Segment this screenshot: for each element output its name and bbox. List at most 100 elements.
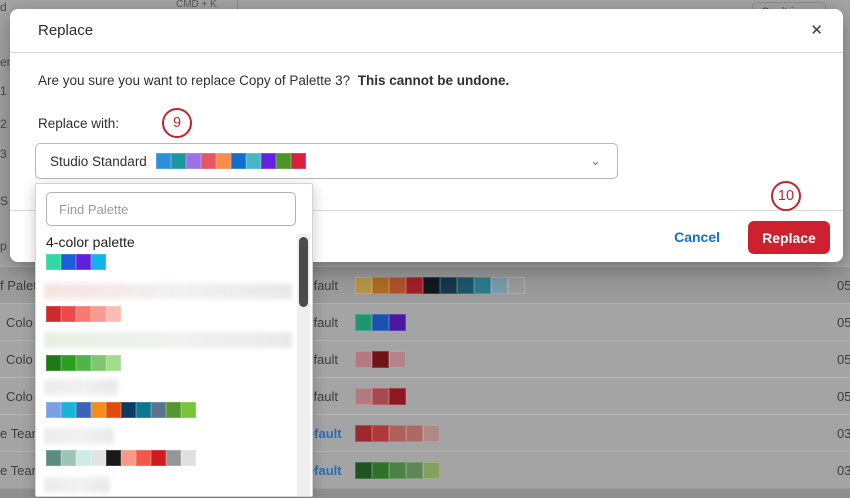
chevron-down-icon: ⌄: [590, 153, 601, 168]
color-swatch: [389, 351, 406, 368]
color-swatch: [491, 277, 508, 294]
color-swatch: [389, 314, 406, 331]
color-swatch: [389, 388, 406, 405]
color-swatch: [215, 153, 231, 169]
color-swatch: [457, 277, 474, 294]
color-swatch: [355, 425, 372, 442]
color-swatch: [91, 402, 106, 418]
color-swatch: [136, 450, 151, 466]
color-swatch: [406, 277, 423, 294]
color-swatch: [423, 277, 440, 294]
color-swatch: [151, 450, 166, 466]
color-swatch: [406, 425, 423, 442]
confirm-message: Are you sure you want to replace Copy of…: [38, 73, 509, 88]
color-swatch: [151, 402, 166, 418]
confirm-message-text: Are you sure you want to replace Copy of…: [38, 73, 351, 88]
color-swatch: [76, 254, 91, 270]
color-swatch: [230, 153, 246, 169]
color-swatch: [508, 277, 525, 294]
color-swatch: [76, 450, 91, 466]
color-swatch: [355, 388, 372, 405]
date-fragment: 05: [837, 389, 850, 404]
palette-select-swatches: [155, 153, 306, 169]
confirm-message-warning: This cannot be undone.: [357, 73, 510, 88]
color-swatch: [389, 462, 406, 479]
palette-option-label: 4-color palette: [46, 234, 135, 250]
color-swatch: [372, 351, 389, 368]
cancel-button[interactable]: Cancel: [674, 229, 720, 245]
color-swatch: [372, 425, 389, 442]
blurred-palette-name: [44, 332, 292, 348]
palette-select[interactable]: Studio Standard ⌄: [35, 143, 618, 179]
search-input[interactable]: [46, 192, 296, 226]
color-swatch: [91, 355, 106, 371]
color-swatch: [355, 277, 372, 294]
color-swatch: [121, 402, 136, 418]
color-swatch: [372, 314, 389, 331]
color-swatch: [474, 277, 491, 294]
color-swatch: [170, 153, 186, 169]
color-swatch: [46, 306, 61, 322]
palette-name-fragment: e Tear: [0, 463, 36, 478]
color-swatch: [372, 462, 389, 479]
color-swatch: [46, 254, 61, 270]
color-swatch: [166, 450, 181, 466]
replace-button[interactable]: Replace: [748, 221, 830, 254]
color-swatch: [200, 153, 216, 169]
color-swatch: [355, 314, 372, 331]
color-swatch: [106, 355, 121, 371]
color-swatch: [389, 277, 406, 294]
color-swatch: [290, 153, 306, 169]
palette-swatch-strip: [355, 462, 440, 479]
color-swatch: [61, 402, 76, 418]
scrollbar-thumb[interactable]: [299, 237, 308, 307]
palette-option-swatches: [46, 402, 196, 418]
color-swatch: [185, 153, 201, 169]
color-swatch: [275, 153, 291, 169]
palette-name-fragment: Colo: [6, 389, 33, 404]
palette-option-swatches: [46, 355, 121, 371]
color-swatch: [406, 462, 423, 479]
blurred-palette-name: [44, 477, 110, 493]
palette-option-swatches: [46, 450, 196, 466]
date-fragment: 05: [837, 278, 850, 293]
color-swatch: [76, 306, 91, 322]
palette-name-fragment: f Palet: [0, 278, 37, 293]
color-swatch: [46, 402, 61, 418]
date-fragment: 05: [837, 352, 850, 367]
palette-swatch-strip: [355, 277, 525, 294]
palette-swatch-strip: [355, 388, 406, 405]
color-swatch: [372, 388, 389, 405]
color-swatch: [76, 355, 91, 371]
palette-option-swatches: [46, 254, 106, 270]
palette-name-fragment: e Tear: [0, 426, 36, 441]
color-swatch: [106, 306, 121, 322]
annotation-step-9: 9: [162, 108, 192, 138]
color-swatch: [106, 450, 121, 466]
modal-title: Replace: [38, 22, 94, 39]
color-swatch: [61, 306, 76, 322]
color-swatch: [181, 450, 196, 466]
color-swatch: [61, 450, 76, 466]
palette-dropdown: 4-color palette: [35, 183, 313, 497]
color-swatch: [91, 306, 106, 322]
color-swatch: [181, 402, 196, 418]
color-swatch: [440, 277, 457, 294]
close-icon[interactable]: ✕: [810, 21, 823, 41]
color-swatch: [61, 355, 76, 371]
palette-name-fragment: Colo: [6, 315, 33, 330]
color-swatch: [355, 462, 372, 479]
blurred-palette-name: [44, 283, 292, 299]
blurred-palette-name: [44, 379, 118, 395]
color-swatch: [155, 153, 171, 169]
color-swatch: [260, 153, 276, 169]
color-swatch: [245, 153, 261, 169]
color-swatch: [372, 277, 389, 294]
color-swatch: [121, 450, 136, 466]
color-swatch: [166, 402, 181, 418]
color-swatch: [46, 450, 61, 466]
palette-swatch-strip: [355, 314, 406, 331]
palette-option-swatches: [46, 306, 121, 322]
color-swatch: [106, 402, 121, 418]
modal-header-divider: [10, 52, 843, 53]
